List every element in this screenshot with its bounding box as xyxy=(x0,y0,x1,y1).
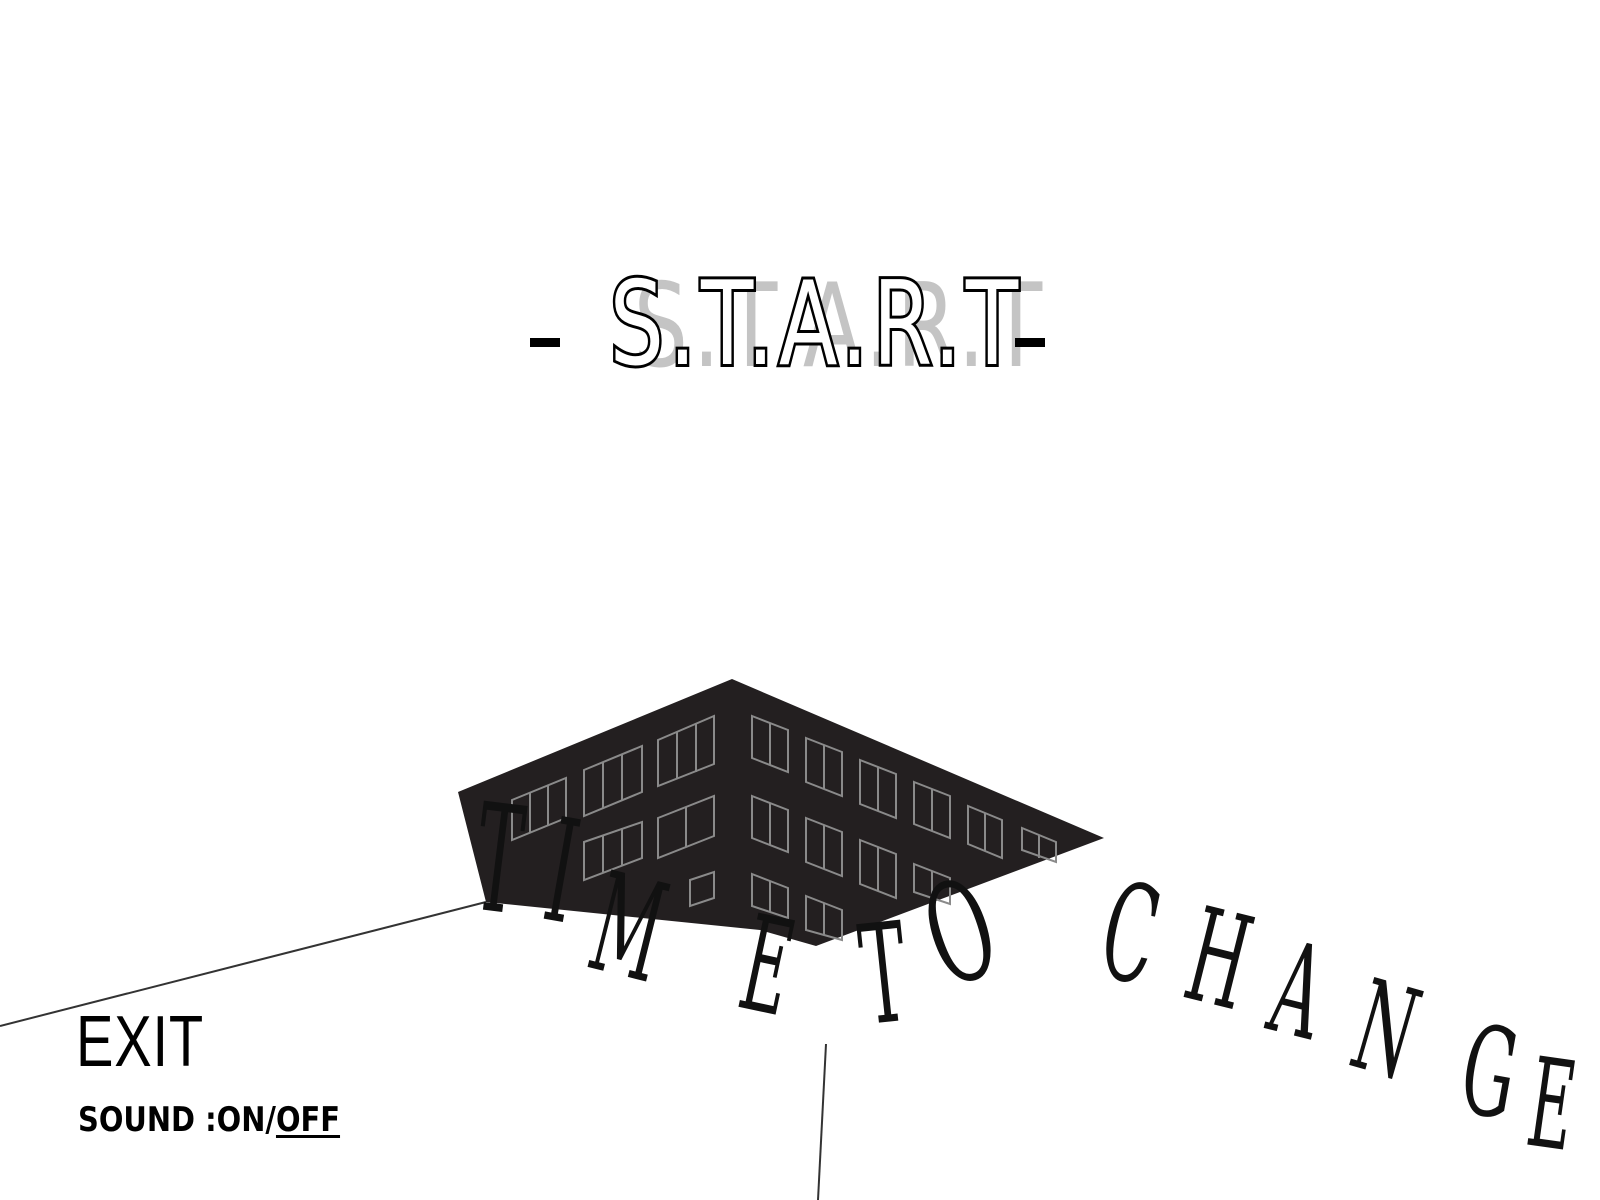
floor-line-left xyxy=(0,901,487,1027)
title-letter-n: N xyxy=(1338,952,1434,1109)
title-letter-a: A xyxy=(1256,913,1340,1069)
floor-line-down xyxy=(817,1043,827,1200)
exit-button[interactable]: EXIT xyxy=(76,1006,204,1078)
title-letter-t2: T xyxy=(853,892,915,1057)
start-label: S.T.A.R.T xyxy=(607,254,1024,395)
scene-artwork: T I M E T O C H A N G E xyxy=(0,679,1584,1200)
title-letter-c: C xyxy=(1088,853,1172,1017)
start-dash-right xyxy=(1015,338,1045,347)
start-dash-left xyxy=(530,338,560,347)
title-letter-e2: E xyxy=(1520,1031,1584,1179)
sound-toggle: SOUND : ON/OFF xyxy=(78,1100,340,1140)
title-letter-g: G xyxy=(1451,998,1528,1148)
start-button[interactable]: S.T.A.R.T S.T.A.R.T xyxy=(510,250,1070,400)
sound-on-option[interactable]: ON xyxy=(217,1100,266,1140)
sound-separator: / xyxy=(265,1100,276,1140)
sound-label: SOUND : xyxy=(78,1100,217,1140)
title-letter-h: H xyxy=(1172,880,1264,1041)
sound-off-option[interactable]: OFF xyxy=(276,1100,340,1140)
